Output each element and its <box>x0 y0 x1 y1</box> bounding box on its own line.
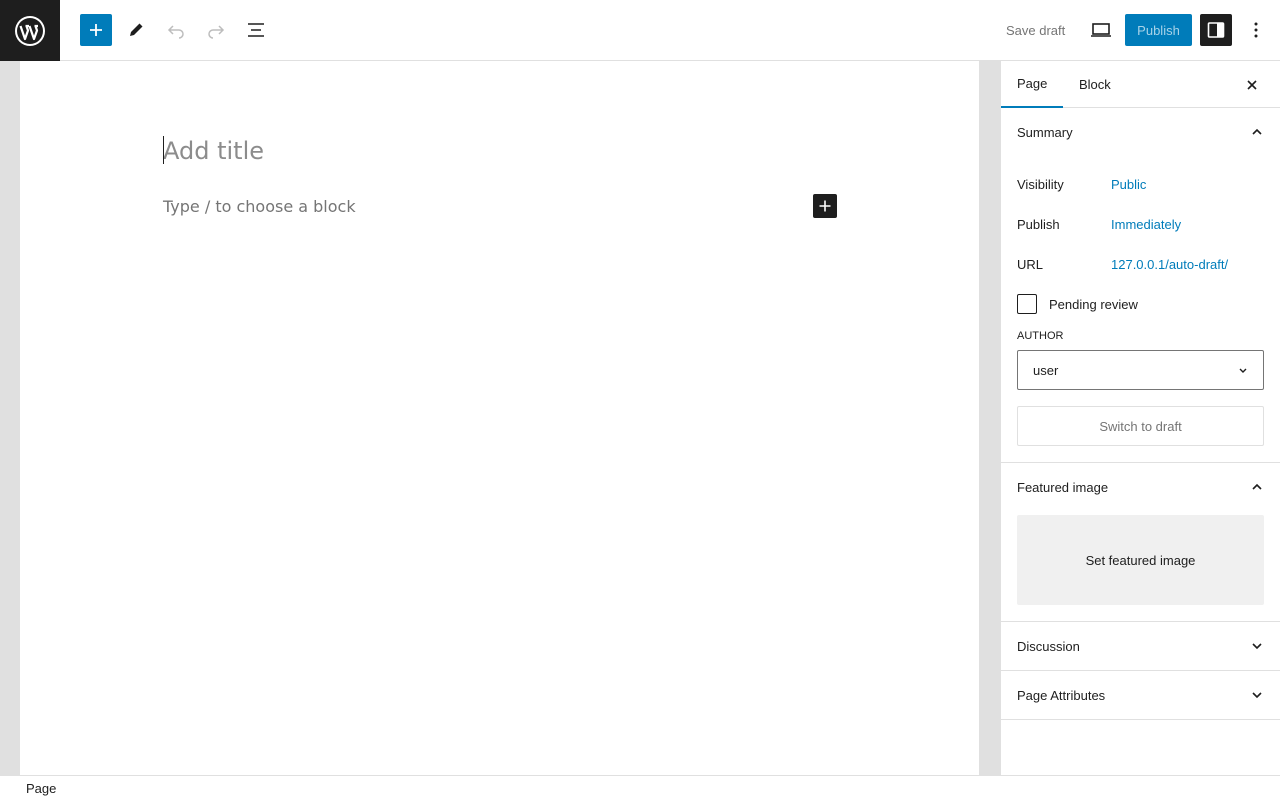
default-block-appender[interactable]: Type / to choose a block <box>163 195 356 217</box>
visibility-toggle[interactable]: Public <box>1111 177 1146 192</box>
summary-panel-toggle[interactable]: Summary <box>1001 108 1280 156</box>
pencil-icon <box>130 23 143 36</box>
publish-label: Publish <box>1017 216 1060 232</box>
breadcrumb-item[interactable]: Page <box>26 781 56 796</box>
redo-button[interactable] <box>200 14 232 46</box>
author-value: user <box>1033 362 1059 378</box>
post-title-input[interactable]: Add title <box>163 133 843 169</box>
pending-review-checkbox[interactable] <box>1017 294 1037 314</box>
sidebar-settings-icon <box>1207 22 1225 38</box>
featured-image-panel-toggle[interactable]: Featured image <box>1001 463 1280 511</box>
chevron-down-icon <box>1252 692 1262 699</box>
close-settings-button[interactable] <box>1240 73 1264 97</box>
author-select[interactable]: user <box>1017 350 1264 390</box>
text-caret <box>163 136 164 164</box>
author-label: AUTHOR <box>1017 330 1064 342</box>
pending-review-row: Pending review <box>1017 284 1264 324</box>
chevron-down-icon <box>1252 643 1262 650</box>
editor-canvas: Add title Type / to choose a block <box>20 61 979 775</box>
url-label: URL <box>1017 256 1044 272</box>
save-draft-button[interactable]: Save draft <box>996 14 1075 46</box>
discussion-panel: Discussion <box>1001 622 1280 671</box>
settings-toggle-button[interactable] <box>1200 14 1232 46</box>
visibility-label: Visibility <box>1017 176 1064 192</box>
editor-toolbar: Save draft Publish <box>0 0 1280 61</box>
tools-button[interactable] <box>120 14 152 46</box>
discussion-panel-toggle[interactable]: Discussion <box>1001 622 1280 670</box>
panel-title: Discussion <box>1017 638 1080 654</box>
wordpress-icon <box>15 15 45 46</box>
pending-review-label[interactable]: Pending review <box>1049 297 1138 312</box>
inline-block-inserter-button[interactable] <box>813 194 837 218</box>
more-vertical-icon <box>1254 22 1258 38</box>
publish-date-toggle[interactable]: Immediately <box>1111 217 1181 232</box>
publish-button[interactable]: Publish <box>1125 14 1192 46</box>
tab-page[interactable]: Page <box>1001 61 1063 108</box>
tab-block[interactable]: Block <box>1063 61 1127 108</box>
editor-canvas-wrapper: Add title Type / to choose a block <box>0 61 1000 775</box>
url-toggle[interactable]: 127.0.0.1/auto-draft/ <box>1111 257 1228 272</box>
featured-image-panel: Featured image Set featured image <box>1001 463 1280 622</box>
switch-to-draft-button[interactable]: Switch to draft <box>1017 406 1264 446</box>
publish-date-row: Publish Immediately <box>1017 204 1264 244</box>
block-breadcrumb-bar: Page <box>0 775 1280 800</box>
page-attributes-panel-toggle[interactable]: Page Attributes <box>1001 671 1280 719</box>
redo-icon <box>208 25 225 39</box>
preview-button[interactable] <box>1085 14 1117 46</box>
url-row: URL 127.0.0.1/auto-draft/ <box>1017 244 1264 284</box>
desktop-preview-icon <box>1091 23 1111 37</box>
sidebar-tabs: Page Block <box>1001 61 1280 108</box>
undo-icon <box>167 25 184 39</box>
options-button[interactable] <box>1240 14 1272 46</box>
summary-panel: Summary Visibility Public Publish Immedi… <box>1001 108 1280 463</box>
page-attributes-panel: Page Attributes <box>1001 671 1280 720</box>
plus-icon <box>819 200 831 212</box>
panel-title: Featured image <box>1017 479 1109 495</box>
panel-title: Summary <box>1017 124 1073 140</box>
set-featured-image-button[interactable]: Set featured image <box>1017 515 1264 605</box>
plus-icon <box>90 24 102 36</box>
chevron-up-icon <box>1252 128 1262 135</box>
close-icon <box>1247 80 1257 90</box>
wordpress-logo-button[interactable] <box>0 0 60 61</box>
undo-button[interactable] <box>160 14 192 46</box>
chevron-up-icon <box>1252 483 1262 490</box>
block-inserter-button[interactable] <box>80 14 112 46</box>
chevron-down-icon <box>1239 368 1247 373</box>
visibility-row: Visibility Public <box>1017 164 1264 204</box>
settings-sidebar: Page Block Summary Visibility Public Pub… <box>1000 61 1280 775</box>
document-overview-button[interactable] <box>240 14 272 46</box>
panel-title: Page Attributes <box>1017 687 1106 703</box>
list-view-icon <box>248 23 264 37</box>
